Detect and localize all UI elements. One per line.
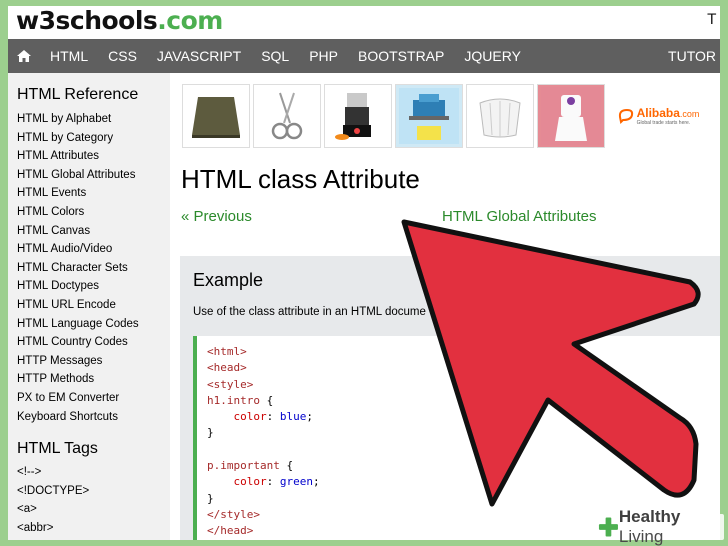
code-token: </head> [207,524,254,538]
sidebar-link[interactable]: HTTP Methods [17,370,170,389]
code-token: ; [306,410,313,424]
sidebar: HTML Reference HTML by Alphabet HTML by … [8,73,170,540]
sidebar-reference-heading: HTML Reference [17,86,139,103]
sidebar-link[interactable]: HTML Audio/Video [17,240,170,259]
sidebar-link[interactable]: Keyboard Shortcuts [17,408,170,427]
watermark-text: Healthy Living [618,507,681,546]
code-token: <html> [207,345,247,358]
nav-item-jquery[interactable]: JQUERY [454,39,531,73]
browser-page: w3schools.com T HTML CSS JAVASCRIPT SQL … [8,6,720,540]
sidebar-link[interactable]: HTML Events [17,184,170,203]
code-token: blue [279,410,307,424]
alibaba-tagline: Global trade starts here. [636,120,691,126]
sidebar-link[interactable]: HTML Character Sets [17,259,170,278]
page-title: HTML class Attribute [181,164,420,194]
sidebar-tags-heading: HTML Tags [17,440,98,458]
example-description: Use of the class attribute in an HTML do… [193,306,426,318]
ad-strip: Alibaba.com Global trade starts here. [182,84,708,148]
code-line: <style> [207,377,720,393]
ad-tile-mat[interactable] [182,84,250,148]
sidebar-link[interactable]: HTTP Messages [17,352,170,371]
nav-item-sql[interactable]: SQL [251,39,299,73]
code-line: <head> [207,360,720,376]
top-right-text: T [707,12,716,28]
sidebar-link[interactable]: HTML Attributes [17,147,170,166]
sidebar-link[interactable]: HTML Doctypes [17,277,170,296]
sidebar-link[interactable]: HTML Canvas [17,222,170,241]
ad-tile-radiator[interactable] [466,84,534,148]
sidebar-link[interactable]: HTML by Category [17,129,170,148]
code-line: h1.intro { [207,393,720,409]
code-token: : [266,410,280,424]
sidebar-tag-link[interactable]: <!DOCTYPE> [17,482,170,501]
sidebar-link[interactable]: HTML URL Encode [17,296,170,315]
sidebar-tag-link[interactable]: <a> [17,500,170,519]
example-box: Example Use of the class attribute in an… [180,256,720,540]
sidebar-tag-link[interactable]: <abbr> [17,519,170,538]
sidebar-link[interactable]: HTML Country Codes [17,333,170,352]
example-title: Example [193,270,264,290]
code-line: color: blue; [207,409,720,425]
code-token: <style> [207,377,254,391]
code-token: } [207,426,214,440]
code-line: } [207,425,720,441]
sidebar-link[interactable]: HTML by Alphabet [17,110,170,129]
code-token: { [259,393,274,407]
home-icon[interactable] [8,39,40,73]
alibaba-name: Alibaba [636,106,680,120]
ad-alibaba-logo[interactable]: Alibaba.com Global trade starts here. [608,84,708,148]
sidebar-tag-link[interactable]: <!--> [17,463,170,482]
sidebar-link[interactable]: HTML Global Attributes [17,166,170,185]
next-link[interactable]: HTML Global Attributes [442,208,597,225]
code-token: color [233,475,267,489]
previous-link[interactable]: « Previous [181,208,252,225]
code-token: ; [313,475,320,489]
code-line: p.important { [207,458,720,474]
code-token: green [279,475,313,489]
alibaba-suffix: .com [679,109,700,119]
sidebar-link[interactable]: PX to EM Converter [17,389,170,408]
ad-tile-scissors[interactable] [253,84,321,148]
ad-tile-food-processor[interactable] [324,84,392,148]
code-line: } [207,491,720,507]
code-line: color: green; [207,474,720,490]
top-nav: HTML CSS JAVASCRIPT SQL PHP BOOTSTRAP JQ… [8,39,720,73]
code-token: p.important [207,459,280,473]
code-token: } [207,491,214,505]
ad-tile-machine[interactable] [395,84,463,148]
nav-item-javascript[interactable]: JAVASCRIPT [147,39,251,73]
nav-item-css[interactable]: CSS [98,39,147,73]
code-token: h1.intro [207,393,260,407]
code-line: <html> [207,344,720,360]
w3schools-logo[interactable]: w3schools.com [16,6,223,35]
nav-item-html[interactable]: HTML [40,39,98,73]
sidebar-link[interactable]: HTML Language Codes [17,315,170,334]
top-bar: w3schools.com T [8,6,720,39]
code-token: { [279,459,294,473]
code-token: : [266,475,280,489]
code-token: <head> [207,361,247,375]
nav-item-tutorials[interactable]: TUTOR [668,39,720,73]
code-token: color [233,410,267,424]
sidebar-link[interactable]: HTML Colors [17,203,170,222]
plus-leaf-icon [598,517,618,537]
nav-item-bootstrap[interactable]: BOOTSTRAP [348,39,454,73]
code-token: </style> [207,507,260,521]
healthy-living-watermark: Healthy Living [594,507,724,546]
alibaba-logo-icon [618,108,633,125]
ad-tile-chair-cover[interactable] [537,84,605,148]
nav-item-php[interactable]: PHP [299,39,348,73]
